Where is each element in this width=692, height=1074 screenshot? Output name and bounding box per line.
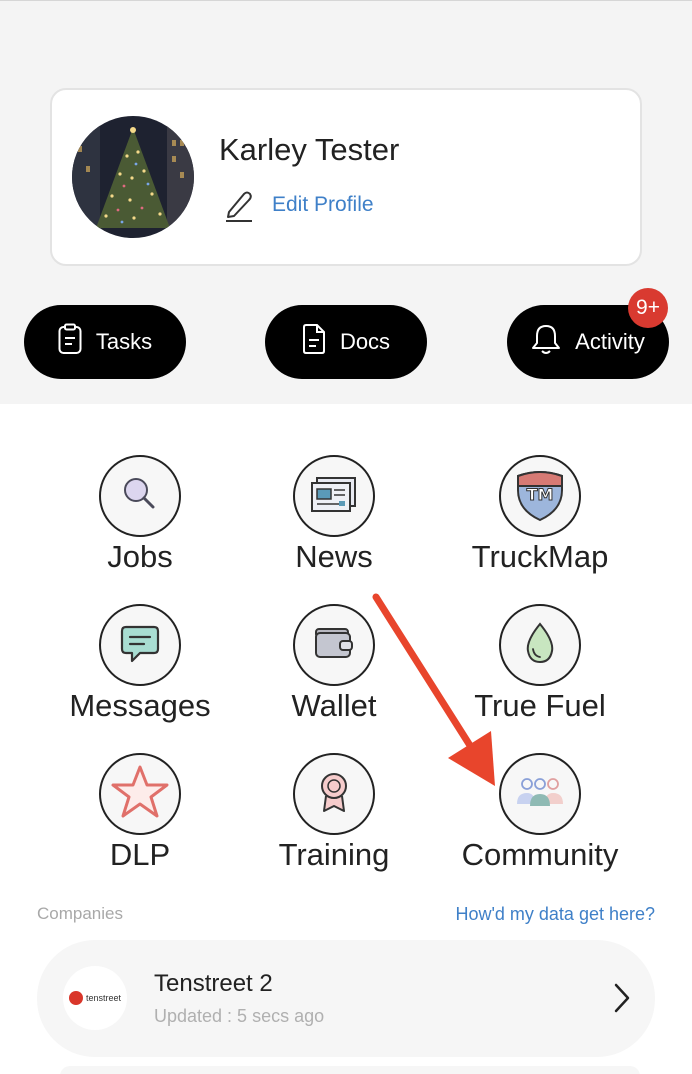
edit-profile-label: Edit Profile (272, 193, 374, 216)
truckmap-icon-circle: TM (499, 455, 581, 537)
people-group-icon (515, 776, 565, 813)
profile-card: Karley Tester Edit Profile (50, 88, 642, 266)
app-tile-dlp[interactable]: DLP (40, 753, 240, 873)
news-icon-circle (293, 455, 375, 537)
document-icon (302, 323, 340, 361)
dlp-icon-circle (99, 753, 181, 835)
edit-profile-link[interactable]: Edit Profile (224, 188, 374, 222)
truckmap-label: TruckMap (471, 539, 609, 574)
company-name: Tenstreet 2 (154, 970, 273, 997)
training-icon-circle (293, 753, 375, 835)
company-card[interactable]: tenstreet Tenstreet 2 Updated : 5 secs a… (37, 940, 655, 1057)
news-label: News (295, 539, 373, 574)
wallet-icon-circle (293, 604, 375, 686)
true-fuel-label: True Fuel (474, 688, 606, 723)
training-label: Training (278, 837, 390, 872)
app-tile-wallet[interactable]: Wallet (234, 604, 434, 724)
company-logo-text: tenstreet (85, 993, 122, 1003)
app-tile-jobs[interactable]: Jobs (40, 455, 240, 575)
clipboard-icon (58, 323, 96, 361)
tenstreet-logo-icon (68, 991, 83, 1005)
fuel-drop-icon (522, 621, 558, 670)
jobs-label: Jobs (107, 539, 173, 574)
messages-icon-circle (99, 604, 181, 686)
community-label: Community (461, 837, 619, 872)
activity-label: Activity (575, 329, 645, 354)
docs-button[interactable]: Docs (265, 305, 427, 379)
pencil-icon (224, 188, 254, 222)
app-tile-news[interactable]: News (234, 455, 434, 575)
company-card-partial[interactable] (60, 1066, 640, 1074)
bell-icon (531, 323, 575, 361)
newspaper-icon (309, 474, 359, 519)
docs-label: Docs (339, 329, 391, 354)
messages-label: Messages (69, 688, 211, 723)
company-updated-time: Updated : 5 secs ago (154, 1006, 325, 1026)
magnifier-icon (120, 474, 160, 519)
chat-bubble-icon (118, 621, 162, 670)
data-source-help-link[interactable]: How'd my data get here? (455, 904, 655, 925)
avatar[interactable] (72, 116, 194, 238)
companies-section-label: Companies (37, 904, 123, 923)
company-logo: tenstreet (63, 966, 127, 1030)
activity-count-badge: 9+ (628, 288, 668, 328)
award-ribbon-icon (316, 770, 352, 819)
jobs-icon-circle (99, 455, 181, 537)
truckmap-shield-icon: TM (512, 466, 568, 527)
wallet-label: Wallet (291, 688, 377, 723)
app-tile-messages[interactable]: Messages (40, 604, 240, 724)
true-fuel-icon-circle (499, 604, 581, 686)
app-tile-training[interactable]: Training (234, 753, 434, 873)
tasks-button[interactable]: Tasks (24, 305, 186, 379)
tasks-label: Tasks (95, 329, 153, 354)
app-tile-true-fuel[interactable]: True Fuel (440, 604, 640, 724)
svg-text:TM: TM (527, 485, 554, 504)
dlp-label: DLP (109, 837, 171, 872)
chevron-right-icon (613, 982, 631, 1019)
app-tile-community[interactable]: Community (440, 753, 640, 873)
star-icon (110, 764, 170, 825)
wallet-icon (312, 623, 356, 668)
app-tile-truckmap[interactable]: TM TruckMap (440, 455, 640, 575)
community-icon-circle (499, 753, 581, 835)
profile-name: Karley Tester (219, 132, 400, 167)
